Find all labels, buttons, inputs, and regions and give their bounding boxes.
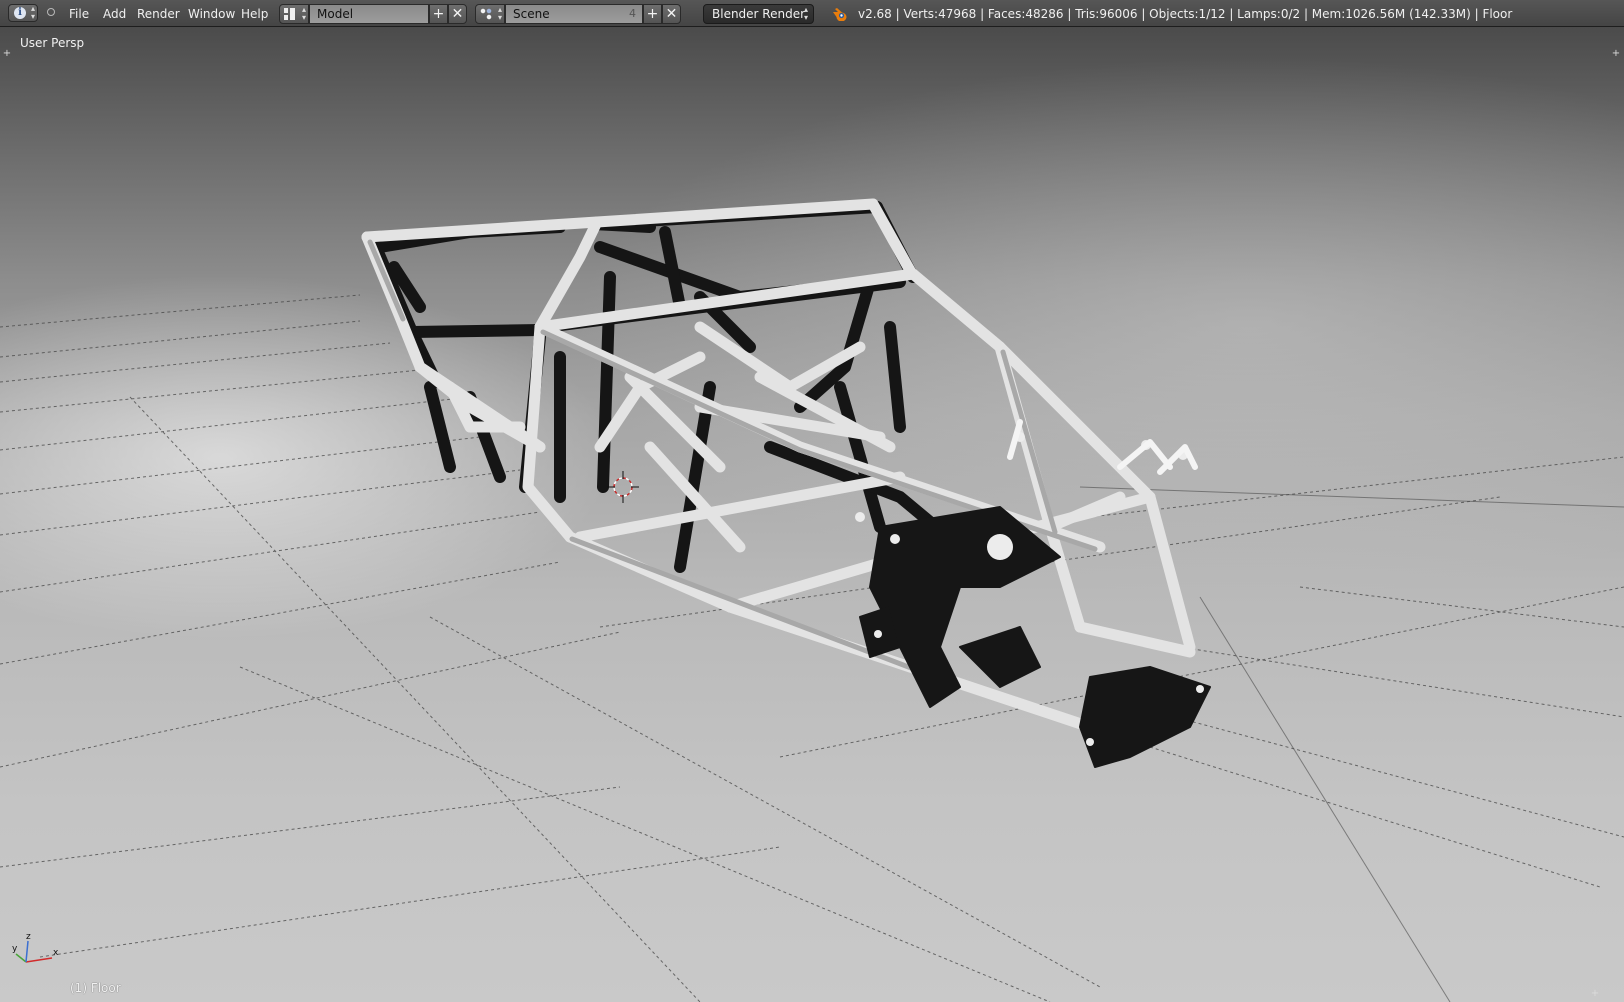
screen-layout-icon	[284, 8, 295, 20]
blender-logo-icon	[833, 8, 847, 21]
info-header: i ▴ ▾ File Add Render Window Help ▴ ▾ Mode…	[0, 0, 1624, 27]
delete-scene-button[interactable]: ✕	[662, 4, 681, 24]
menu-add[interactable]: Add	[103, 6, 126, 22]
render-engine-value: Blender Render	[712, 7, 806, 21]
render-engine-select[interactable]: Blender Render ▴ ▾	[703, 4, 814, 24]
info-icon: i	[14, 7, 26, 19]
updown-arrows-icon: ▴ ▾	[301, 5, 306, 22]
region-expand-right-icon[interactable]: +	[1611, 49, 1621, 59]
close-icon: ✕	[451, 6, 464, 22]
add-screen-layout-button[interactable]: +	[429, 4, 448, 24]
menu-file[interactable]: File	[69, 6, 89, 22]
scene-statistics: v2.68 | Verts:47968 | Faces:48286 | Tris…	[858, 7, 1513, 21]
editor-type-selector[interactable]: i ▴ ▾	[8, 4, 38, 22]
x-axis-label: x	[53, 948, 59, 958]
scene-name: Scene	[513, 7, 550, 21]
3d-cursor-icon[interactable]	[607, 471, 639, 503]
area-split-corner-icon[interactable]: +	[1590, 989, 1600, 999]
menu-help[interactable]: Help	[241, 6, 268, 22]
region-expand-left-icon[interactable]: +	[2, 49, 12, 59]
add-scene-button[interactable]: +	[643, 4, 662, 24]
x-axis-line	[25, 957, 53, 963]
z-axis-line	[25, 940, 29, 963]
3d-viewport[interactable]: User Persp + + + x y z (1) Floor	[0, 27, 1624, 1002]
screen-layout-browse-button[interactable]: ▴ ▾	[279, 4, 309, 24]
viewport-scene	[0, 198, 1624, 1002]
screen-layout-name-field[interactable]: Model	[309, 4, 429, 24]
scene-browse-button[interactable]: ▴ ▾	[475, 4, 505, 24]
close-icon: ✕	[665, 6, 678, 22]
plus-icon: +	[646, 6, 659, 22]
z-axis-label: z	[26, 932, 31, 942]
scene-name-field[interactable]: Scene 4	[505, 4, 643, 24]
screen-layout-name: Model	[317, 7, 354, 21]
scene-icon	[480, 8, 492, 20]
delete-screen-layout-button[interactable]: ✕	[448, 4, 467, 24]
updown-arrows-icon: ▴ ▾	[30, 4, 35, 21]
active-object-label: (1) Floor	[70, 981, 121, 995]
menu-render[interactable]: Render	[137, 6, 180, 22]
updown-arrows-icon: ▴ ▾	[803, 5, 808, 22]
updown-arrows-icon: ▴ ▾	[497, 5, 502, 22]
plus-icon: +	[432, 6, 445, 22]
axis-orientation-gizmo: x y z	[12, 932, 59, 963]
y-axis-label: y	[12, 944, 18, 954]
view-name-label: User Persp	[20, 36, 85, 50]
y-axis-line	[15, 953, 27, 963]
menu-window[interactable]: Window	[188, 6, 235, 22]
chassis-frame-model	[361, 198, 1211, 768]
scene-users-count: 4	[629, 7, 636, 20]
collapse-menus-icon[interactable]	[47, 8, 55, 16]
